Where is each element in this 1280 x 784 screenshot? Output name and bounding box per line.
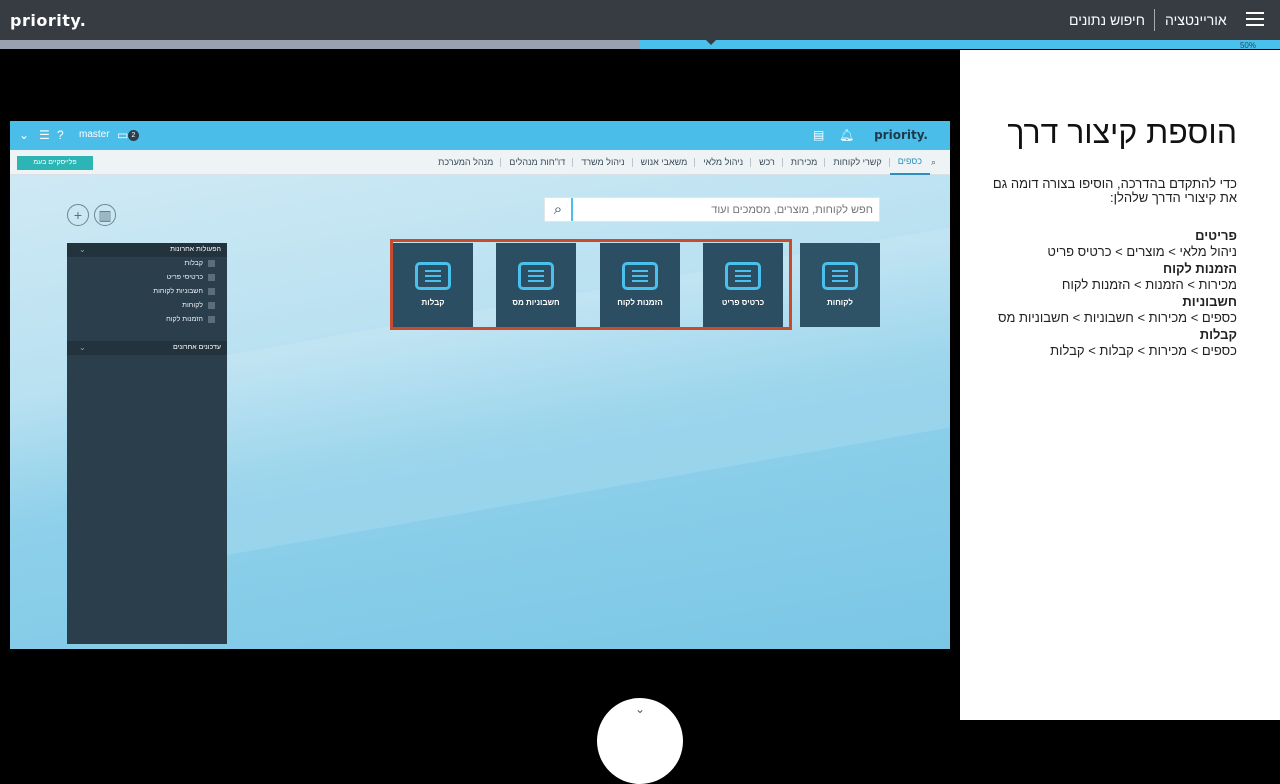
progress-fill (640, 40, 1280, 49)
form-icon (415, 262, 451, 290)
bell-icon[interactable]: 🔔︎ (839, 128, 854, 142)
instruction-heading: הזמנות לקוח (1162, 261, 1237, 276)
recent-action-item[interactable]: לקוחות (67, 299, 227, 313)
id-card-icon[interactable]: ▤ (813, 128, 824, 142)
menu-item-purchasing[interactable]: רכש (751, 150, 783, 175)
chevron-down-icon[interactable]: ⌄ (19, 128, 29, 142)
form-icon (622, 262, 658, 290)
chart-icon[interactable]: ▥ (94, 204, 116, 226)
document-icon (208, 259, 215, 267)
shortcut-tile-customer-orders[interactable]: הזמנות לקוח (600, 243, 680, 327)
recent-action-label: קבלות (184, 260, 203, 267)
instruction-list: פריטים ניהול מלאי > מוצרים > כרטיס פריט … (978, 229, 1237, 358)
instruction-heading: קבלות (1199, 327, 1237, 342)
search-icon[interactable]: ⌕ (545, 198, 573, 221)
recent-action-item[interactable]: כרטיסי פריט (67, 271, 227, 285)
add-icon[interactable]: + (67, 204, 89, 226)
scroll-down-button[interactable]: ⌄ (597, 698, 683, 784)
shortcut-tile-customers[interactable]: לקוחות (800, 243, 880, 327)
nav-data-search[interactable]: חיפוש נתונים (1069, 12, 1145, 28)
recent-action-item[interactable]: חשבוניות לקוחות (67, 285, 227, 299)
document-icon (208, 273, 215, 281)
menu-item-sales[interactable]: מכירות (783, 150, 826, 175)
recent-actions-title: הפעולות אחרונות (170, 246, 221, 253)
form-icon (518, 262, 554, 290)
hamburger-menu-icon[interactable] (1246, 12, 1264, 27)
app-logo: priority. (874, 128, 928, 142)
shortcut-tile-item-card[interactable]: כרטיס פריט (703, 243, 783, 327)
side-panel: הפעולות אחרונות ⌄ קבלות כרטיסי פריט חשבו… (67, 243, 227, 644)
priority-logo: priority. (10, 11, 87, 30)
chevron-down-icon: ⌄ (634, 702, 646, 716)
recent-action-label: הזמנות לקוח (166, 316, 203, 323)
instruction-heading: פריטים (1195, 228, 1237, 243)
nav-orientation[interactable]: אוריינטציה (1165, 12, 1227, 28)
recent-action-label: כרטיסי פריט (166, 274, 203, 281)
recent-action-label: לקוחות (182, 302, 203, 309)
recent-actions-header[interactable]: הפעולות אחרונות ⌄ (67, 243, 227, 257)
menu-item-admin[interactable]: מנהל המערכת (430, 150, 502, 175)
nav-separator (1154, 9, 1155, 31)
instruction-path: ניהול מלאי > מוצרים > כרטיס פריט (1047, 244, 1237, 259)
tile-label: חשבוניות מס (512, 298, 560, 307)
notification-badge: 2 (128, 130, 139, 141)
company-button[interactable]: פלייסקיים בעמ (17, 156, 93, 170)
main-menu-bar: פלייסקיים בעמ כספים קשרי לקוחות מכירות ר… (10, 150, 950, 175)
instruction-panel: הוספת קיצור דרך כדי להתקדם בהדרכה, הוסיפ… (960, 50, 1280, 720)
chevron-down-icon[interactable]: ⌄ (79, 243, 86, 257)
menu-item-inventory[interactable]: ניהול מלאי (695, 150, 751, 175)
recent-updates-header[interactable]: עדכונים אחרונים ⌄ (67, 341, 227, 355)
menu-item-reports[interactable]: דו"חות מנהלים (501, 150, 574, 175)
form-icon (725, 262, 761, 290)
instruction-path: כספים > מכירות > קבלות > קבלות (1050, 343, 1237, 358)
recent-updates-title: עדכונים אחרונים (172, 344, 221, 351)
recent-action-item[interactable]: קבלות (67, 257, 227, 271)
document-icon (208, 287, 215, 295)
shortcut-tile-receipts[interactable]: קבלות (393, 243, 473, 327)
menu-item-office[interactable]: ניהול משרד (573, 150, 634, 175)
help-icon[interactable]: ? (57, 128, 64, 142)
shortcut-tile-tax-invoices[interactable]: חשבוניות מס (496, 243, 576, 327)
document-icon (208, 315, 215, 323)
global-search[interactable]: ⌕ (544, 197, 880, 222)
tile-label: הזמנות לקוח (617, 298, 663, 307)
recent-action-label: חשבוניות לקוחות (153, 288, 203, 295)
instruction-intro: כדי להתקדם בהדרכה, הוסיפו בצורה דומה גם … (992, 176, 1237, 205)
top-bar: priority. חיפוש נתונים אוריינטציה (0, 0, 1280, 40)
recent-action-item[interactable]: הזמנות לקוח (67, 313, 227, 327)
menu-item-hr[interactable]: משאבי אנוש (633, 150, 696, 175)
menu-icon[interactable]: ☰ (39, 128, 50, 142)
progress-bar (0, 39, 1280, 49)
tile-label: קבלות (421, 298, 445, 307)
main-menu: כספים קשרי לקוחות מכירות רכש ניהול מלאי … (430, 150, 930, 175)
document-icon (208, 301, 215, 309)
instruction-heading: חשבוניות (1182, 294, 1237, 309)
chevron-down-icon[interactable]: ⌄ (79, 341, 86, 355)
progress-label: 50% (1239, 41, 1256, 50)
search-input[interactable] (573, 202, 873, 218)
form-icon (822, 262, 858, 290)
app-window: ⌄ ☰ ? master ▭ 2 ▤ 🔔︎ priority. פלייסקיי… (10, 121, 950, 649)
app-header: ⌄ ☰ ? master ▭ 2 ▤ 🔔︎ priority. (10, 121, 950, 150)
briefcase-icon[interactable]: ▭ (117, 128, 128, 142)
user-name[interactable]: master (79, 129, 110, 140)
menu-search-icon[interactable]: ⌕ (931, 157, 936, 168)
instruction-path: כספים > מכירות > חשבוניות > חשבוניות מס (997, 310, 1237, 325)
menu-item-crm[interactable]: קשרי לקוחות (825, 150, 891, 175)
tile-label: לקוחות (827, 298, 853, 307)
tile-label: כרטיס פריט (721, 298, 765, 307)
progress-marker-icon (705, 39, 717, 45)
instruction-path: מכירות > הזמנות > הזמנות לקוח (1061, 277, 1237, 292)
menu-item-finance[interactable]: כספים (889, 150, 930, 175)
instruction-title: הוספת קיצור דרך (1007, 114, 1237, 150)
